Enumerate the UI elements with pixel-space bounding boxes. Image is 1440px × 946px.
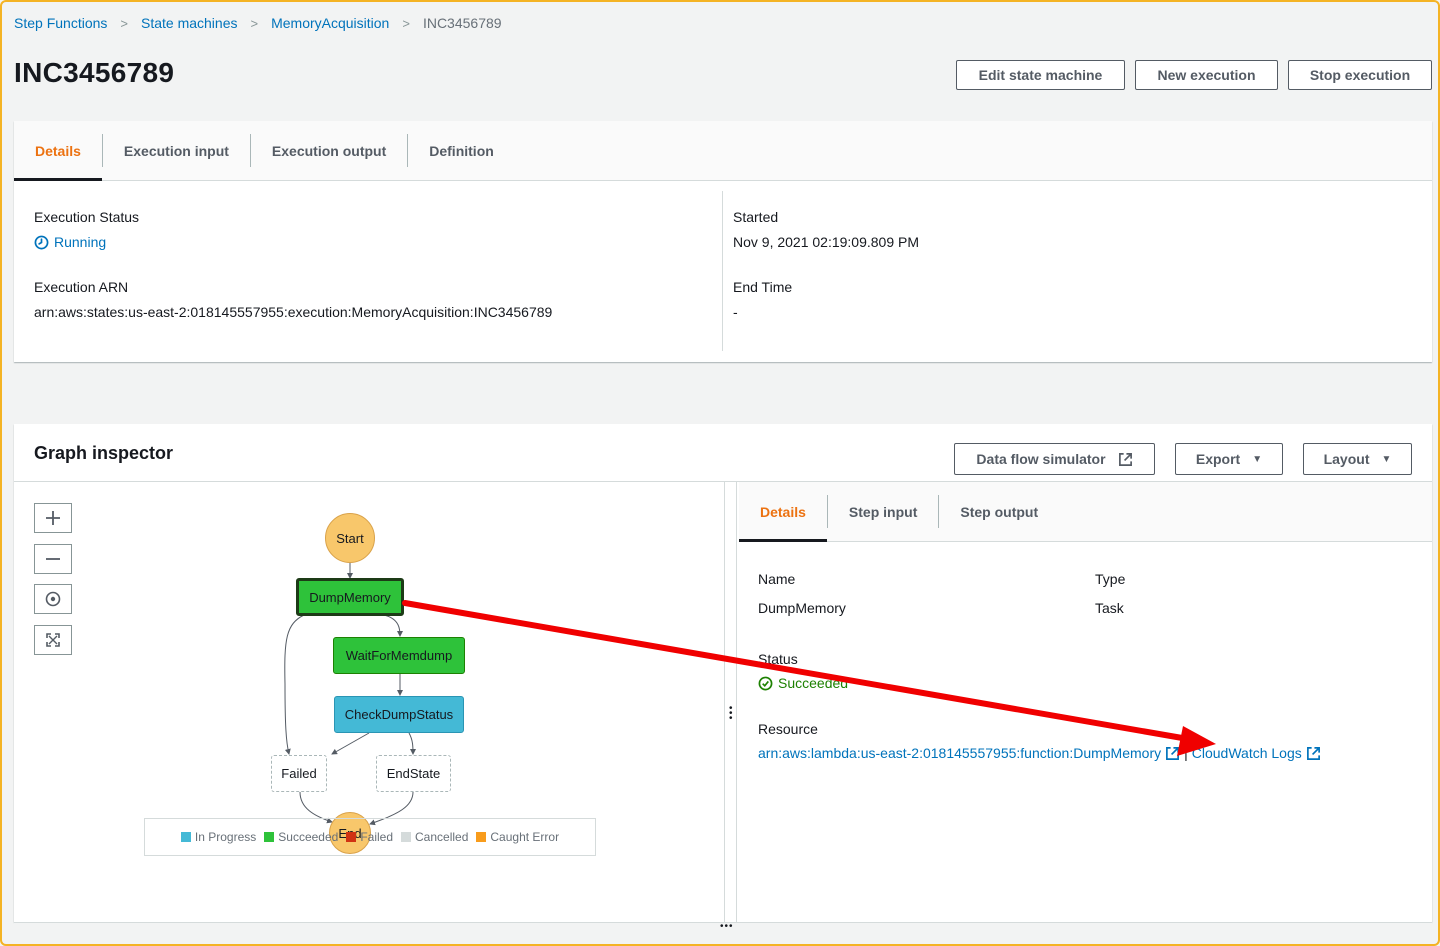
breadcrumb-memory-acquisition[interactable]: MemoryAcquisition <box>271 15 389 31</box>
export-dropdown-button[interactable]: Export ▼ <box>1175 443 1283 475</box>
tab-execution-output[interactable]: Execution output <box>251 121 407 180</box>
edit-state-machine-button[interactable]: Edit state machine <box>956 60 1125 90</box>
export-label: Export <box>1195 451 1241 467</box>
cloudwatch-logs-link[interactable]: CloudWatch Logs <box>1192 745 1321 761</box>
step-resource-label: Resource <box>758 721 818 737</box>
legend-failed: Failed <box>346 830 393 844</box>
legend-label: Caught Error <box>490 830 560 844</box>
waitformemdump-node[interactable]: WaitForMemdump <box>333 637 465 674</box>
step-resource-row: arn:aws:lambda:us-east-2:018145557955:fu… <box>758 745 1321 761</box>
data-flow-simulator-label: Data flow simulator <box>976 451 1106 467</box>
legend-label: Cancelled <box>415 830 469 844</box>
clock-icon <box>34 235 49 249</box>
vertical-splitter-handle[interactable]: • • • <box>724 482 737 922</box>
legend-caught-error: Caught Error <box>476 830 559 844</box>
breadcrumb-step-functions[interactable]: Step Functions <box>14 15 107 31</box>
step-name-value: DumpMemory <box>758 600 846 616</box>
graph-legend: In Progress Succeeded Failed Cancelled C… <box>144 818 596 856</box>
link-separator: | <box>1184 745 1188 761</box>
step-type-value: Task <box>1095 600 1124 616</box>
lambda-arn-text: arn:aws:lambda:us-east-2:018145557955:fu… <box>758 745 1162 761</box>
legend-cancelled: Cancelled <box>401 830 468 844</box>
external-link-icon <box>1306 746 1320 760</box>
endstate-node[interactable]: EndState <box>376 755 451 792</box>
dumpmemory-node[interactable]: DumpMemory <box>296 578 404 616</box>
external-link-icon <box>1166 746 1180 760</box>
tab-execution-input[interactable]: Execution input <box>103 121 250 180</box>
tab-step-details[interactable]: Details <box>739 482 827 542</box>
succeeded-status-text: Succeeded <box>778 675 849 691</box>
legend-in-progress: In Progress <box>180 830 257 844</box>
legend-succeeded: Succeeded <box>264 830 338 844</box>
step-status-value: Succeeded <box>758 675 848 691</box>
caret-down-icon: ▼ <box>1252 453 1263 465</box>
started-value: Nov 9, 2021 02:19:09.809 PM <box>733 234 920 250</box>
check-circle-icon <box>758 676 773 690</box>
legend-label: In Progress <box>194 830 257 844</box>
legend-swatch <box>180 832 191 842</box>
external-link-icon <box>1118 452 1132 466</box>
tab-details[interactable]: Details <box>14 121 102 181</box>
breadcrumb: Step Functions > State machines > Memory… <box>14 15 502 31</box>
chevron-right-icon: > <box>402 15 410 31</box>
legend-swatch <box>346 832 357 842</box>
step-status-label: Status <box>758 651 798 667</box>
execution-tabs: Details Execution input Execution output… <box>14 121 1432 181</box>
step-name-label: Name <box>758 571 796 587</box>
caret-down-icon: ▼ <box>1381 453 1392 465</box>
breadcrumb-state-machines[interactable]: State machines <box>141 15 238 31</box>
execution-details-panel: Details Execution input Execution output… <box>14 121 1432 362</box>
legend-swatch <box>401 832 411 842</box>
chevron-right-icon: > <box>120 15 128 31</box>
running-status-text: Running <box>54 234 107 250</box>
execution-status-value: Running <box>34 234 106 250</box>
failed-node[interactable]: Failed <box>271 755 327 792</box>
layout-label: Layout <box>1323 451 1370 467</box>
layout-dropdown-button[interactable]: Layout ▼ <box>1303 443 1412 475</box>
cloudwatch-logs-text: CloudWatch Logs <box>1191 745 1302 761</box>
execution-arn-value: arn:aws:states:us-east-2:018145557955:ex… <box>34 304 553 320</box>
execution-arn-label: Execution ARN <box>34 279 129 295</box>
legend-swatch <box>264 832 275 842</box>
step-tabs: Details Step input Step output <box>739 482 1432 542</box>
start-node[interactable]: Start <box>325 513 375 563</box>
stop-execution-button[interactable]: Stop execution <box>1288 60 1432 90</box>
tab-step-output[interactable]: Step output <box>939 482 1059 541</box>
drag-dots-icon: ••• <box>720 921 734 932</box>
column-divider <box>722 191 723 351</box>
tab-step-input[interactable]: Step input <box>828 482 938 541</box>
step-type-label: Type <box>1095 571 1126 587</box>
execution-status-label: Execution Status <box>34 209 140 225</box>
graph-inspector-panel: Graph inspector Data flow simulator Expo… <box>14 424 1432 922</box>
end-time-label: End Time <box>733 279 793 295</box>
horizontal-resize-handle[interactable]: ••• <box>14 921 1432 936</box>
end-time-value: - <box>733 304 738 320</box>
tab-definition[interactable]: Definition <box>408 121 515 180</box>
page-title: INC3456789 <box>14 57 175 88</box>
legend-label: Succeeded <box>278 830 339 844</box>
legend-label: Failed <box>360 830 393 844</box>
data-flow-simulator-button[interactable]: Data flow simulator <box>954 443 1155 475</box>
started-label: Started <box>733 209 779 225</box>
new-execution-button[interactable]: New execution <box>1135 60 1278 90</box>
lambda-resource-link[interactable]: arn:aws:lambda:us-east-2:018145557955:fu… <box>758 745 1180 761</box>
legend-swatch <box>476 832 487 842</box>
breadcrumb-current: INC3456789 <box>422 15 502 31</box>
drag-dots-icon: ••• <box>729 703 733 724</box>
chevron-right-icon: > <box>250 15 259 31</box>
checkdumpstatus-node[interactable]: CheckDumpStatus <box>334 696 464 733</box>
